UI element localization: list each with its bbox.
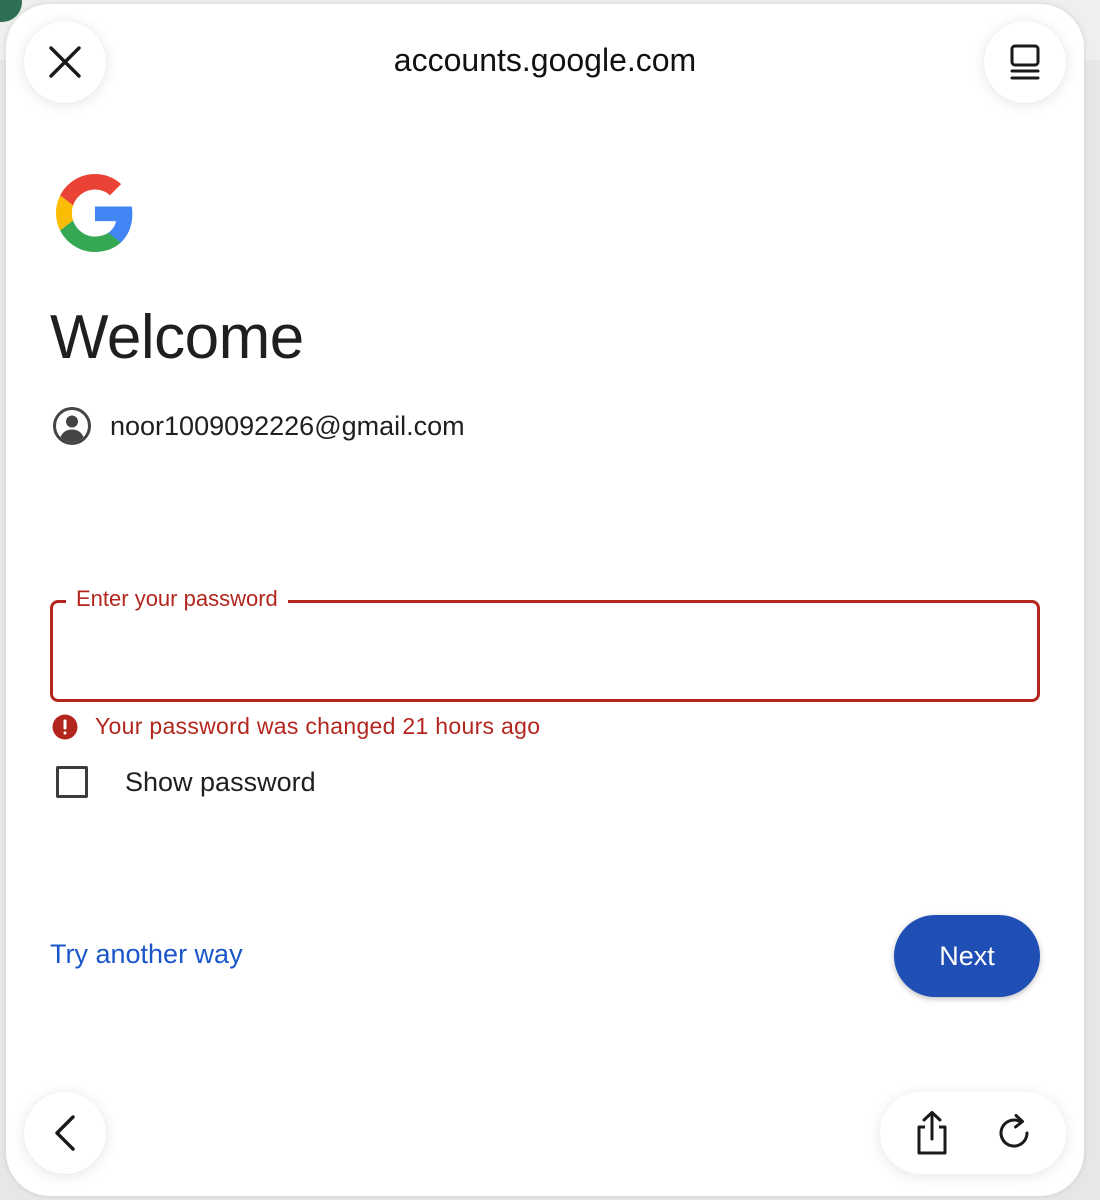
back-button[interactable] xyxy=(24,1092,106,1174)
account-circle-icon xyxy=(53,407,91,445)
show-password-checkbox[interactable] xyxy=(56,766,88,798)
password-field-label: Enter your password xyxy=(66,586,288,612)
reload-button[interactable] xyxy=(980,1098,1050,1168)
password-error-message: Your password was changed 21 hours ago xyxy=(95,713,541,739)
reader-view-icon xyxy=(1010,44,1040,80)
password-input[interactable] xyxy=(50,600,1040,702)
share-button[interactable] xyxy=(897,1098,967,1168)
url-bar[interactable]: accounts.google.com xyxy=(6,42,1084,79)
try-another-way-link[interactable]: Try another way xyxy=(50,939,243,970)
show-password-label[interactable]: Show password xyxy=(125,767,316,798)
page-title: Welcome xyxy=(50,303,304,372)
bottom-actions-pill xyxy=(880,1092,1066,1174)
reload-icon xyxy=(999,1114,1028,1148)
account-email[interactable]: noor1009092226@gmail.com xyxy=(110,411,465,442)
google-g-logo xyxy=(56,174,133,252)
reader-view-button[interactable] xyxy=(984,21,1066,103)
share-icon xyxy=(917,1111,946,1155)
error-icon xyxy=(52,714,78,740)
next-button[interactable]: Next xyxy=(894,915,1040,997)
browser-sheet: accounts.google.com Welcome noor10090922… xyxy=(6,4,1084,1196)
chevron-left-icon xyxy=(55,1115,75,1151)
